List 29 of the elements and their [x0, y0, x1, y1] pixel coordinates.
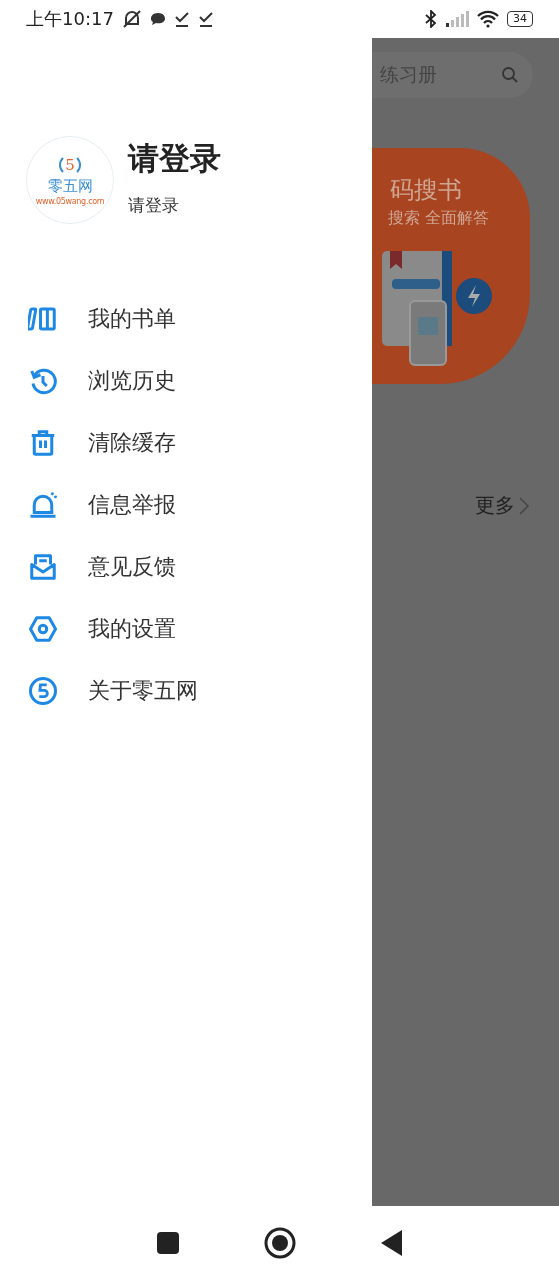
chat-bubble-icon [149, 12, 166, 26]
menu-item[interactable]: 信息举报 [0, 474, 372, 536]
five-circle-icon [28, 676, 58, 706]
status-time: 上午10:17 [26, 7, 114, 31]
menu-item[interactable]: 意见反馈 [0, 536, 372, 598]
menu-item[interactable]: 浏览历史 [0, 350, 372, 412]
check-icon [173, 11, 190, 27]
battery-indicator: 34 [507, 11, 533, 27]
hexagon-nut-icon [28, 614, 58, 644]
login-subtitle[interactable]: 请登录 [128, 194, 221, 217]
menu-item[interactable]: 关于零五网 [0, 660, 372, 722]
scan-banner: 码搜书 搜索 全面解答 [372, 148, 530, 384]
check-icon [197, 11, 214, 27]
signal-icon [445, 11, 469, 27]
wifi-icon [477, 10, 499, 28]
menu-item[interactable]: 我的书单 [0, 288, 372, 350]
bluetooth-icon [425, 10, 437, 28]
back-button[interactable] [379, 1229, 404, 1257]
login-title[interactable]: 请登录 [128, 138, 221, 180]
recents-button[interactable] [155, 1231, 180, 1255]
chevron-right-icon [519, 496, 529, 515]
history-icon [28, 366, 58, 396]
mail-icon [28, 552, 58, 582]
home-button[interactable] [263, 1227, 296, 1259]
alarm-light-icon [28, 490, 58, 520]
menu-item[interactable]: 清除缓存 [0, 412, 372, 474]
search-icon [501, 66, 519, 84]
menu-item[interactable]: 我的设置 [0, 598, 372, 660]
muted-bell-icon [121, 10, 142, 28]
